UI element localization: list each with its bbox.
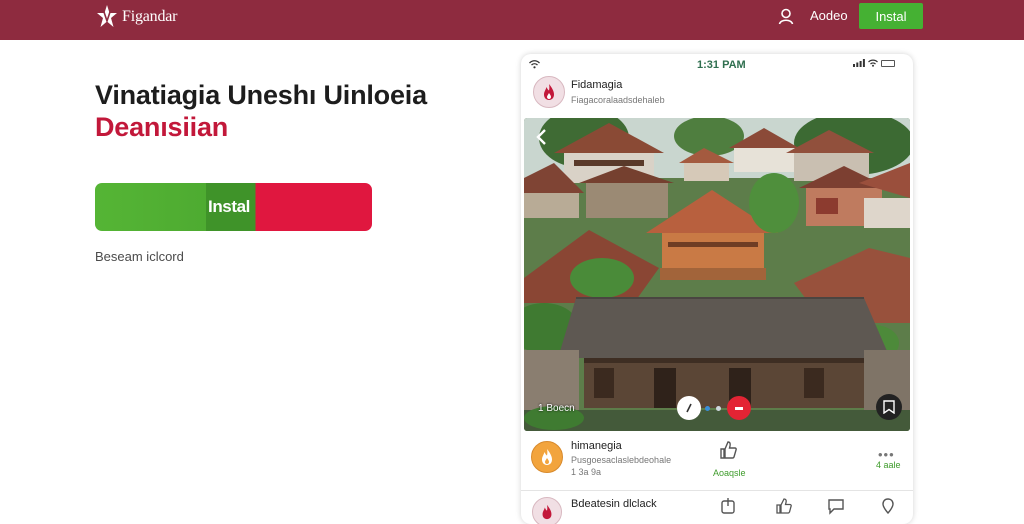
- record-button[interactable]: [727, 396, 751, 420]
- back-arrow-icon[interactable]: [534, 128, 550, 146]
- thumbs-up-icon[interactable]: [775, 497, 793, 515]
- phone-mockup: 1:31 PAM Fidamagia Fiagacoralaadsdehaleb: [521, 54, 913, 524]
- photo-caption: 1 Boecn: [538, 403, 575, 414]
- battery-icon: [881, 59, 895, 67]
- next-arrow-icon: [686, 403, 692, 413]
- next-photo-button[interactable]: [677, 396, 701, 420]
- thumbs-up-icon[interactable]: [718, 440, 738, 460]
- feed-author-name[interactable]: himanegia: [571, 440, 622, 452]
- share-icon[interactable]: [719, 497, 737, 515]
- flame-logo-icon: [544, 84, 554, 100]
- flame-logo-icon: [542, 449, 552, 465]
- bookmark-icon: [883, 400, 895, 414]
- brand-logo[interactable]: Figandar: [96, 4, 177, 30]
- location-pin-icon[interactable]: [879, 497, 897, 515]
- comment-icon[interactable]: [827, 497, 845, 515]
- feed-meta: Pusgoesaclaslebdeohale: [571, 455, 672, 465]
- brand-star-icon: [97, 5, 117, 27]
- post-avatar[interactable]: [533, 76, 565, 108]
- carousel-dot[interactable]: [716, 406, 721, 411]
- brand-name: Figandar: [122, 8, 178, 25]
- bottom-item-name[interactable]: Bdeatesin dlclack: [571, 498, 657, 510]
- install-button-label: Instal: [208, 197, 251, 216]
- feed-avatar[interactable]: [531, 441, 563, 473]
- village-houses-image: [524, 118, 910, 431]
- install-button-hero[interactable]: Instal: [95, 183, 372, 231]
- post-author-name[interactable]: Fidamagia: [571, 79, 622, 91]
- bottom-avatar[interactable]: [532, 497, 562, 524]
- wifi-small-icon: [868, 59, 878, 67]
- post-author-handle: Fiagacoralaadsdehaleb: [571, 95, 665, 105]
- divider: [521, 490, 913, 491]
- status-time: 1:31 PAM: [697, 59, 746, 71]
- carousel-dot-active[interactable]: [705, 406, 710, 411]
- top-bar: Figandar Aodeo Instal: [0, 0, 1024, 40]
- signal-icon: [853, 59, 865, 67]
- status-indicators: [853, 59, 895, 67]
- feed-meta-secondary: 1 3a 9a: [571, 467, 602, 477]
- wifi-icon: [529, 60, 540, 69]
- hero-subtitle: Deanısiian: [95, 112, 229, 142]
- account-link[interactable]: Aodeo: [810, 8, 848, 23]
- more-label: 4 aale: [876, 460, 901, 470]
- hero-title: Vinatiagia Uneshı Uinloeia: [95, 80, 427, 110]
- record-dash-icon: [735, 406, 743, 410]
- like-label[interactable]: Aoaqsle: [713, 468, 746, 478]
- install-button-header[interactable]: Instal: [859, 3, 923, 29]
- village-photo[interactable]: 1 Boecn: [524, 118, 910, 431]
- flame-logo-icon: [542, 504, 552, 520]
- user-icon[interactable]: [777, 7, 795, 25]
- secondary-link[interactable]: Beseam iclcord: [95, 249, 184, 264]
- bookmark-button[interactable]: [876, 394, 902, 420]
